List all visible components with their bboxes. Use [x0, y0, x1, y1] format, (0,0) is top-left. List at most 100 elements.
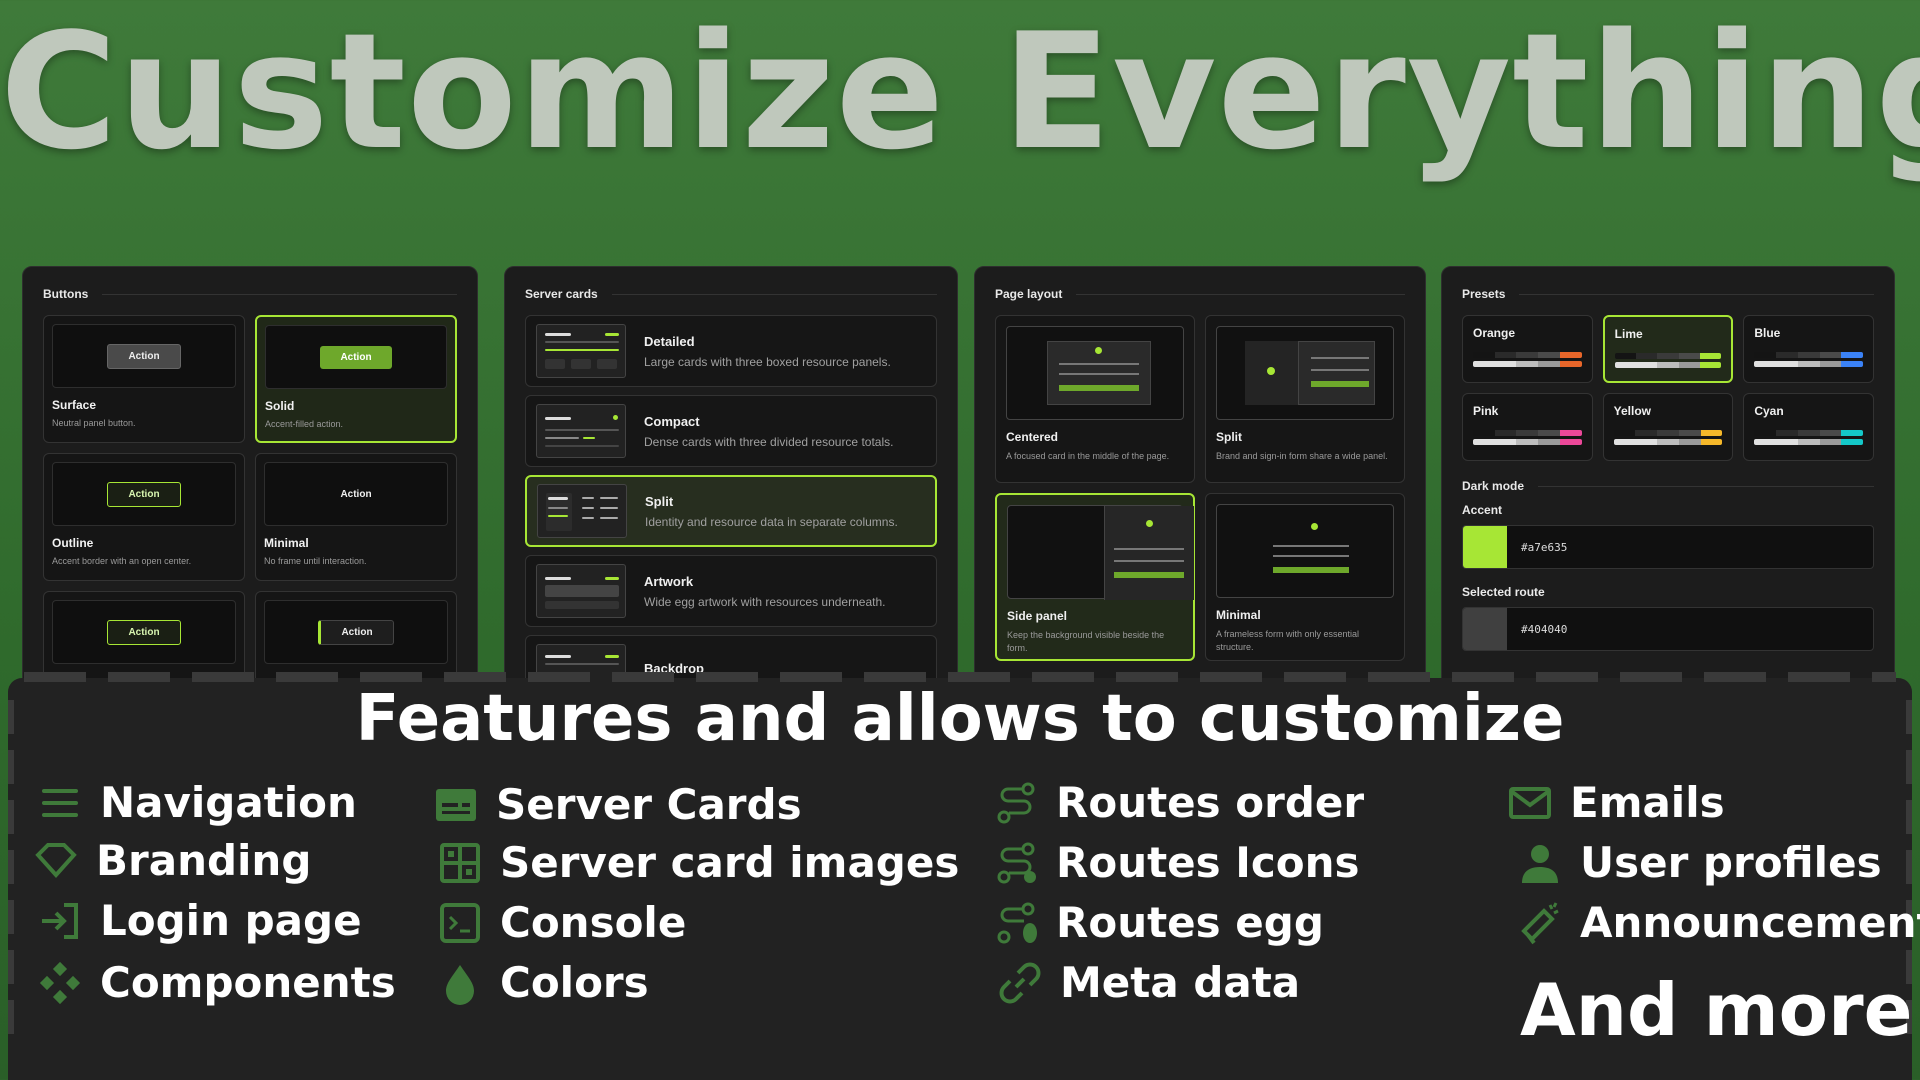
card-style-title: Detailed	[644, 333, 695, 349]
feature-server-cards: Server Cards	[434, 780, 802, 829]
card-style-description: Large cards with three boxed resource pa…	[644, 354, 891, 369]
preset-swatch-bar	[1614, 362, 1722, 368]
card-thumbnail	[537, 484, 627, 538]
route-hex-value: #404040	[1521, 622, 1568, 636]
route-swatch[interactable]	[1463, 608, 1507, 650]
card-style-description: Identity and resource data in separate c…	[645, 514, 898, 529]
feature-label: Login page	[100, 896, 362, 945]
dashed-divider	[24, 672, 1896, 682]
dark-mode-heading: Dark mode	[1462, 479, 1525, 493]
link-icon	[999, 962, 1041, 1003]
preset-yellow[interactable]: Yellow	[1602, 393, 1734, 461]
feature-emails: Emails	[1508, 778, 1725, 827]
card-style-title: Artwork	[644, 573, 694, 589]
preset-blue[interactable]: Blue	[1743, 315, 1874, 383]
layout-preview	[1007, 505, 1194, 600]
route-color-field[interactable]: #404040	[1462, 607, 1874, 651]
feature-navigation: Navigation	[38, 778, 357, 827]
card-style-compact[interactable]: Compact Dense cards with three divided re…	[525, 395, 937, 467]
layout-minimal[interactable]: Minimal A frameless form with only essen…	[1205, 493, 1405, 661]
card-style-detailed[interactable]: Detailed Large cards with three boxed res…	[525, 315, 937, 387]
feature-components: Components	[38, 958, 396, 1007]
feature-label: Routes Icons	[1056, 838, 1360, 887]
feature-login-page: Login page	[38, 896, 362, 945]
preset-lime[interactable]: Lime	[1602, 315, 1734, 383]
action-button-preview: Action	[107, 619, 181, 645]
tile-title: Surface	[52, 398, 97, 412]
layout-side-panel[interactable]: Side panel Keep the background visible b…	[995, 493, 1195, 661]
preset-orange[interactable]: Orange	[1462, 315, 1593, 383]
card-icon	[436, 788, 476, 821]
layout-title: Minimal	[1216, 608, 1261, 622]
preset-name: Lime	[1614, 327, 1643, 341]
layout-preview	[1006, 326, 1184, 420]
feature-label: Emails	[1570, 778, 1725, 827]
feature-announcements: Announcements	[1518, 898, 1920, 947]
accent-swatch[interactable]	[1463, 526, 1507, 568]
tile-title: Outline	[52, 536, 94, 550]
droplet-icon	[446, 964, 474, 1005]
feature-console: Console	[438, 898, 686, 947]
button-style-surface[interactable]: Action Surface Neutral panel button.	[43, 315, 245, 443]
image-grid-icon	[440, 842, 480, 883]
button-style-outline[interactable]: Action Outline Accent border with an ope…	[43, 453, 245, 581]
preset-swatch-bar	[1473, 439, 1582, 445]
layout-title: Split	[1216, 430, 1242, 444]
layout-preview	[1216, 326, 1394, 420]
preset-swatch-bar	[1473, 430, 1582, 436]
preset-swatch-bar	[1473, 352, 1582, 358]
action-button-preview: Action	[107, 481, 181, 507]
feature-label: Announcements	[1580, 898, 1920, 947]
login-icon	[42, 902, 78, 939]
preset-name: Orange	[1473, 326, 1516, 340]
preset-swatch-bar	[1754, 430, 1863, 436]
preset-name: Cyan	[1754, 404, 1784, 418]
mail-icon	[1509, 786, 1551, 819]
diamond-icon	[35, 842, 77, 878]
components-icon	[39, 961, 81, 1004]
card-thumbnail	[536, 324, 626, 378]
action-button-preview: Action	[107, 343, 181, 369]
button-style-solid[interactable]: Action Solid Accent-filled action.	[255, 315, 457, 443]
accent-label: Accent	[1462, 503, 1503, 517]
page-layout-panel: Page layout Centered A focused card in t…	[974, 266, 1426, 696]
preset-name: Pink	[1473, 404, 1499, 418]
feature-meta-data: Meta data	[998, 958, 1300, 1007]
feature-label: Server Cards	[496, 780, 802, 829]
feature-label: Server card images	[500, 838, 960, 887]
feature-colors: Colors	[438, 958, 649, 1007]
features-title: Features and allows to customize	[355, 682, 1565, 756]
accent-color-field[interactable]: #a7e635	[1462, 525, 1874, 569]
presets-panel: Presets Orange Lime Blue Pink Yellow Cyan Dar…	[1441, 266, 1895, 696]
preset-swatch-bar	[1754, 361, 1863, 367]
feature-label: Navigation	[100, 778, 357, 827]
preset-swatch-bar	[1473, 361, 1582, 367]
tile-title: Minimal	[264, 536, 309, 550]
preset-cyan[interactable]: Cyan	[1743, 393, 1874, 461]
feature-label: Colors	[500, 958, 649, 1007]
feature-server-card-images: Server card images	[438, 838, 959, 887]
accent-hex-value: #a7e635	[1521, 540, 1568, 554]
server-cards-panel: Server cards Detailed Large cards with th…	[504, 266, 958, 696]
preset-swatch-bar	[1614, 353, 1722, 359]
layout-preview	[1216, 504, 1394, 598]
button-style-minimal[interactable]: Action Minimal No frame until interactio…	[255, 453, 457, 581]
action-button-preview: Action	[340, 488, 372, 500]
card-style-artwork[interactable]: Artwork Wide egg artwork with resources u…	[525, 555, 937, 627]
preset-swatch-bar	[1754, 439, 1863, 445]
card-style-title: Compact	[644, 413, 700, 429]
panel-title: Page layout	[995, 287, 1063, 301]
tile-title: Solid	[265, 399, 295, 413]
feature-label: Console	[500, 898, 687, 947]
feature-label: Routes order	[1056, 778, 1365, 827]
card-thumbnail	[536, 564, 626, 618]
preset-pink[interactable]: Pink	[1462, 393, 1593, 461]
card-style-split[interactable]: Split Identity and resource data in separ…	[525, 475, 937, 547]
layout-split[interactable]: Split Brand and sign-in form share a wid…	[1205, 315, 1405, 483]
terminal-icon	[440, 902, 480, 943]
feature-routes-order: Routes order	[994, 778, 1364, 827]
layout-title: Centered	[1006, 430, 1059, 444]
action-button-preview: Action	[320, 345, 392, 369]
layout-centered[interactable]: Centered A focused card in the middle of…	[995, 315, 1195, 483]
route-egg-icon	[997, 902, 1037, 943]
